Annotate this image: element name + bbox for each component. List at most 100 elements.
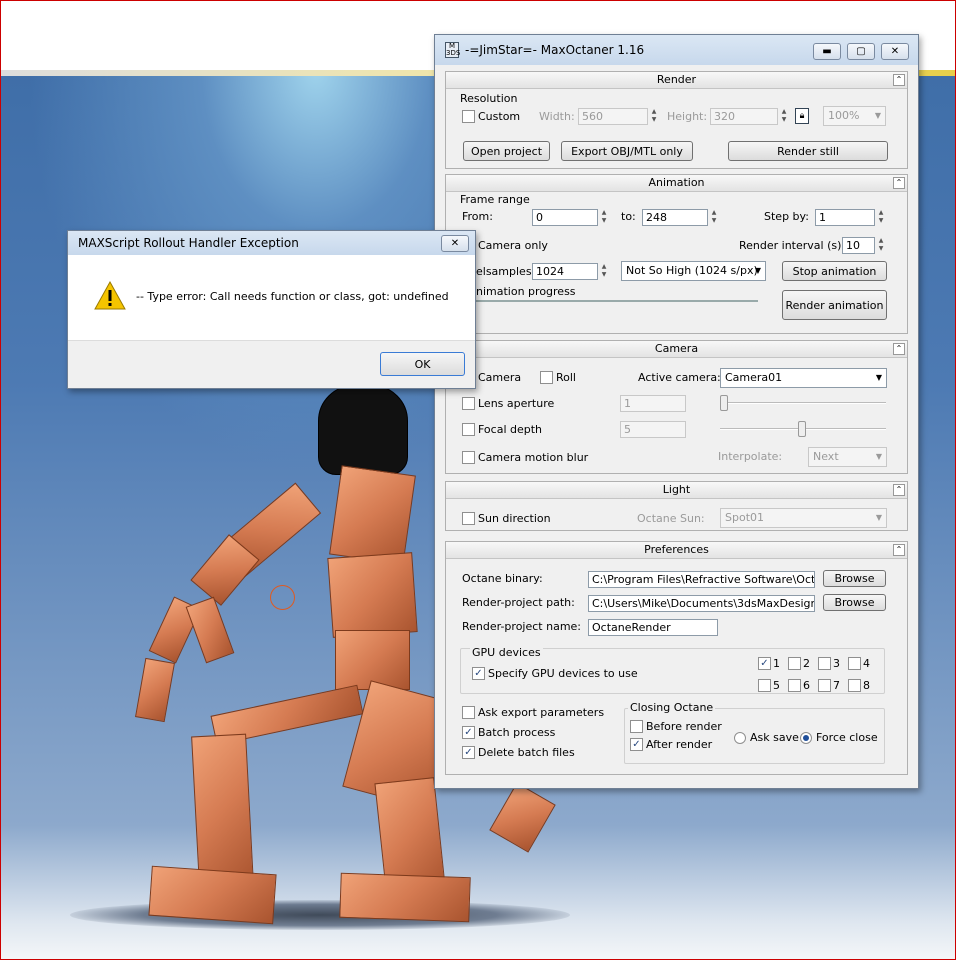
error-message: -- Type error: Call needs function or cl… <box>136 290 449 303</box>
project-path-field[interactable]: C:\Users\Mike\Documents\3dsMaxDesign\sce… <box>588 595 815 612</box>
focal-depth-field[interactable]: 5 <box>620 421 686 438</box>
gpu-6-label: 6 <box>803 679 810 692</box>
height-spinner[interactable]: ▲ ▼ <box>779 108 789 125</box>
motion-blur-checkbox[interactable] <box>462 451 475 464</box>
specify-gpu-checkbox[interactable]: ✓ <box>472 667 485 680</box>
collapse-icon[interactable]: ⌃ <box>893 177 905 189</box>
lens-aperture-slider-thumb[interactable] <box>720 395 728 411</box>
custom-checkbox[interactable] <box>462 110 475 123</box>
to-field[interactable]: 248 <box>642 209 708 226</box>
after-render-label: After render <box>646 738 713 751</box>
maxoctaner-titlebar[interactable]: M 3DS -=JimStar=- MaxOctaner 1.16 <box>435 35 918 65</box>
quality-dropdown[interactable]: Not So High (1024 s/px) ▼ <box>621 261 766 281</box>
before-render-checkbox[interactable] <box>630 720 643 733</box>
light-panel-header[interactable]: Light ⌃ <box>446 482 907 499</box>
gpu-7-label: 7 <box>833 679 840 692</box>
width-spinner[interactable]: ▲ ▼ <box>649 108 659 125</box>
interval-spinner[interactable]: ▲ ▼ <box>876 237 886 254</box>
focal-depth-checkbox[interactable] <box>462 423 475 436</box>
delete-batch-checkbox[interactable]: ✓ <box>462 746 475 759</box>
animation-panel-header[interactable]: Animation ⌃ <box>446 175 907 192</box>
ask-save-radio[interactable] <box>734 732 746 744</box>
roll-checkbox[interactable] <box>540 371 553 384</box>
quality-value: Not So High (1024 s/px) <box>626 264 758 277</box>
from-spinner[interactable]: ▲ ▼ <box>599 209 609 226</box>
width-field[interactable]: 560 <box>578 108 648 125</box>
height-field[interactable]: 320 <box>710 108 778 125</box>
export-obj-button[interactable]: Export OBJ/MTL only <box>561 141 693 161</box>
gpu-2-checkbox[interactable] <box>788 657 801 670</box>
preferences-panel-header[interactable]: Preferences ⌃ <box>446 542 907 559</box>
dialog-close-button[interactable]: ✕ <box>441 235 469 252</box>
collapse-icon[interactable]: ⌃ <box>893 74 905 86</box>
gpu-4-checkbox[interactable] <box>848 657 861 670</box>
closing-octane-label: Closing Octane <box>628 701 716 714</box>
floor-shadow <box>70 900 570 930</box>
gpu-devices-label: GPU devices <box>470 646 543 659</box>
step-spinner[interactable]: ▲ ▼ <box>876 209 886 226</box>
gpu-7-checkbox[interactable] <box>818 679 831 692</box>
maximize-button[interactable]: ▢ <box>847 43 875 60</box>
step-label: Step by: <box>764 210 809 223</box>
force-close-label: Force close <box>816 731 878 744</box>
gpu-5-checkbox[interactable] <box>758 679 771 692</box>
sun-direction-checkbox[interactable] <box>462 512 475 525</box>
render-interval-label: Render interval (s): <box>739 239 846 252</box>
dialog-title: MAXScript Rollout Handler Exception <box>78 236 299 250</box>
camera-panel: Camera ⌃ Camera Roll Active camera: Camer… <box>445 340 908 474</box>
browse-path-button[interactable]: Browse <box>823 594 886 611</box>
samples-spinner[interactable]: ▲ ▼ <box>599 263 609 280</box>
force-close-radio[interactable] <box>800 732 812 744</box>
gpu-1-checkbox[interactable]: ✓ <box>758 657 771 670</box>
gpu-6-checkbox[interactable] <box>788 679 801 692</box>
project-name-field[interactable]: OctaneRender <box>588 619 718 636</box>
open-project-button[interactable]: Open project <box>463 141 550 161</box>
collapse-icon[interactable]: ⌃ <box>893 544 905 556</box>
gpu-8-checkbox[interactable] <box>848 679 861 692</box>
render-header-label: Render <box>656 73 697 86</box>
from-field[interactable]: 0 <box>532 209 598 226</box>
close-button[interactable]: ✕ <box>881 43 909 60</box>
animation-panel: Animation ⌃ Frame range From: 0 ▲ ▼ to: 24… <box>445 174 908 334</box>
step-field[interactable]: 1 <box>815 209 875 226</box>
light-panel: Light ⌃ Sun direction Octane Sun: Spot01 ▼ <box>445 481 908 531</box>
render-interval-field[interactable]: 10 <box>842 237 875 254</box>
to-spinner[interactable]: ▲ ▼ <box>709 209 719 226</box>
gpu-3-label: 3 <box>833 657 840 670</box>
render-still-button[interactable]: Render still <box>728 141 888 161</box>
minimize-button[interactable]: ▬ <box>813 43 841 60</box>
camera-label: Camera <box>478 371 522 384</box>
ask-export-label: Ask export parameters <box>478 706 605 719</box>
render-animation-button[interactable]: Render animation <box>782 290 887 320</box>
ask-export-checkbox[interactable] <box>462 706 475 719</box>
before-render-label: Before render <box>646 720 722 733</box>
batch-process-checkbox[interactable]: ✓ <box>462 726 475 739</box>
light-header-label: Light <box>662 483 691 496</box>
interpolate-dropdown[interactable]: Next ▼ <box>808 447 887 467</box>
octane-binary-field[interactable]: C:\Program Files\Refractive Software\Oct… <box>588 571 815 588</box>
dialog-titlebar[interactable]: MAXScript Rollout Handler Exception <box>68 231 475 255</box>
lens-aperture-field[interactable]: 1 <box>620 395 686 412</box>
ask-save-label: Ask save <box>750 731 799 744</box>
sun-direction-label: Sun direction <box>478 512 551 525</box>
browse-binary-button[interactable]: Browse <box>823 570 886 587</box>
active-camera-dropdown[interactable]: Camera01 ▼ <box>720 368 887 388</box>
after-render-checkbox[interactable]: ✓ <box>630 738 643 751</box>
collapse-icon[interactable]: ⌃ <box>893 484 905 496</box>
render-panel-header[interactable]: Render ⌃ <box>446 72 907 89</box>
lock-icon[interactable]: 🔒︎ <box>795 108 809 124</box>
stop-animation-button[interactable]: Stop animation <box>782 261 887 281</box>
lens-aperture-slider[interactable] <box>720 402 886 404</box>
lens-aperture-checkbox[interactable] <box>462 397 475 410</box>
scale-dropdown[interactable]: 100% ▼ <box>823 106 886 126</box>
motion-blur-label: Camera motion blur <box>478 451 589 464</box>
ok-button[interactable]: OK <box>380 352 465 376</box>
focal-depth-slider-thumb[interactable] <box>798 421 806 437</box>
camera-panel-header[interactable]: Camera ⌃ <box>446 341 907 358</box>
gpu-3-checkbox[interactable] <box>818 657 831 670</box>
octane-sun-dropdown[interactable]: Spot01 ▼ <box>720 508 887 528</box>
collapse-icon[interactable]: ⌃ <box>893 343 905 355</box>
roll-label: Roll <box>556 371 576 384</box>
project-path-label: Render-project path: <box>462 596 575 609</box>
samples-field[interactable]: 1024 <box>532 263 598 280</box>
